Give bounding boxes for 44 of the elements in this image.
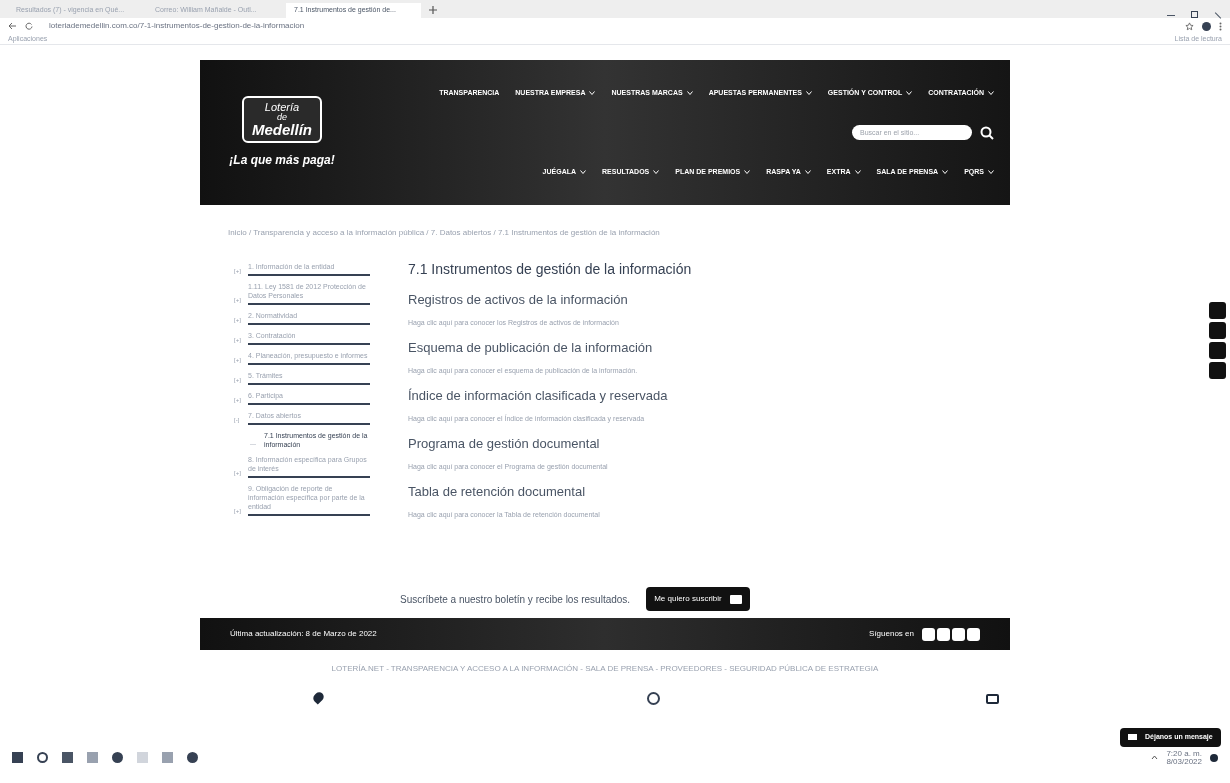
new-tab-icon[interactable]: [429, 6, 437, 14]
section-heading: Esquema de publicación de la información: [408, 339, 654, 357]
taskbar-app-icon[interactable]: [112, 752, 123, 763]
slogan: ¡La que más paga!: [229, 152, 335, 169]
back-icon[interactable]: [8, 22, 17, 30]
notification-icon[interactable]: [1210, 753, 1218, 762]
subscribe-button[interactable]: Me quiero suscribir: [646, 587, 750, 611]
chevron-down-icon: [580, 169, 587, 174]
follow-label: Síguenos en: [869, 628, 914, 640]
profile-icon[interactable]: [1202, 21, 1211, 31]
section-heading: Índice de información clasificada y reservada: [408, 387, 669, 405]
section-heading: Registros de activos de la información: [408, 291, 629, 309]
start-icon[interactable]: [12, 752, 23, 763]
page-title: 7.1 Instrumentos de gestión de la información: [408, 260, 693, 279]
logo-text: Medellín: [252, 122, 312, 137]
chevron-down-icon: [686, 91, 693, 96]
chevron-down-icon: [805, 91, 812, 96]
chevron-down-icon: [988, 169, 994, 174]
subscribe-text: Suscríbete a nuestro boletín y recibe los resultados.: [400, 592, 631, 607]
chevron-down-icon: [906, 91, 913, 96]
menu-icon[interactable]: [1219, 21, 1222, 31]
location-pin-icon: [311, 690, 326, 705]
reload-icon[interactable]: [25, 22, 33, 30]
chevron-down-icon: [589, 91, 596, 96]
chevron-down-icon: [804, 169, 811, 174]
logo-text: Lotería: [264, 102, 300, 113]
logo-badge[interactable]: Lotería de Medellín: [242, 96, 322, 143]
chevron-down-icon: [854, 169, 861, 174]
chevron-down-icon: [942, 169, 949, 174]
address-field[interactable]: loteriademedellin.com.co/7-1-instrumentos-de-gestion-de-la-informacion: [49, 20, 305, 32]
chevron-down-icon: [653, 169, 660, 174]
last-updated-text: Última actualización: 8 de Marzo de 2022: [230, 628, 377, 640]
footer-links: LOTERÍA.NET - TRANSPARENCIA Y ACCESO A LA INFORMACIÓN - SALA DE PRENSA - PROVEEDORES - SEGURIDAD PÚBLICA DE ESTRATEGIA: [330, 663, 880, 675]
taskbar-app-icon[interactable]: [187, 752, 198, 763]
section-heading: Programa de gestión documental: [408, 435, 601, 453]
section-heading: Tabla de retención documental: [408, 483, 587, 501]
logo-text: de: [277, 113, 287, 122]
breadcrumb: Inicio / Transparencia y acceso a la información pública / 7. Datos abiertos / 7.1 Instrumentos de gestión de la información: [228, 227, 661, 239]
chevron-down-icon: [744, 169, 751, 174]
clock-time[interactable]: 7:20 a. m.: [1166, 749, 1202, 758]
star-icon[interactable]: [1185, 21, 1194, 31]
chevron-up-icon[interactable]: [1151, 755, 1159, 760]
clock-date[interactable]: 8/03/2022: [1166, 757, 1202, 766]
chevron-down-icon: [988, 91, 994, 96]
